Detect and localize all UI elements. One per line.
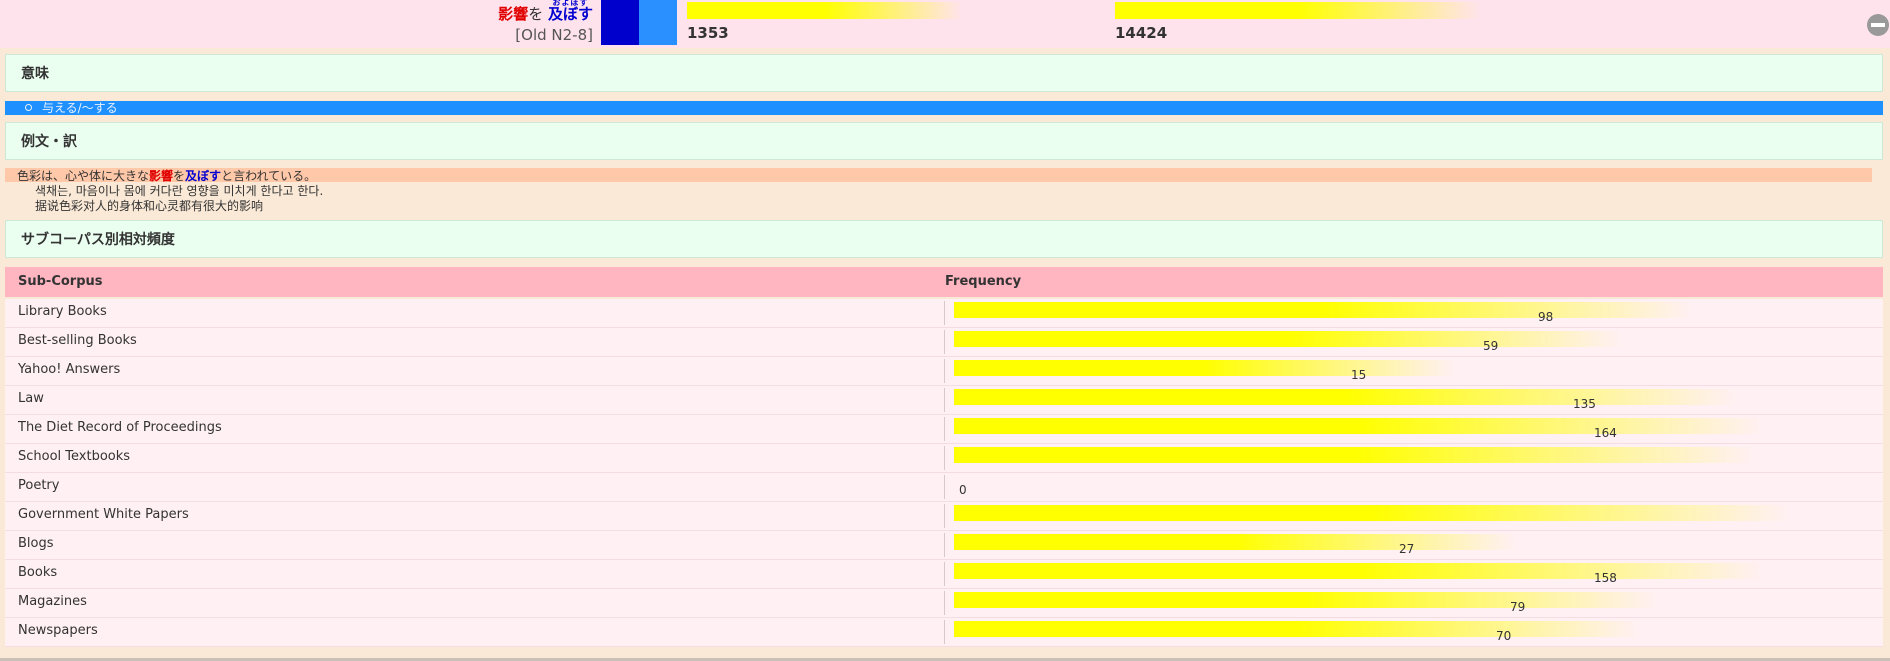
subcorpus-name: Yahoo! Answers xyxy=(18,362,121,377)
subcorpus-name: Blogs xyxy=(18,536,54,551)
column-divider xyxy=(944,301,945,325)
column-divider xyxy=(944,504,945,528)
frequency-stat-2: 14424 xyxy=(1115,24,1168,42)
term-verb-ruby: およぼす xyxy=(552,0,589,7)
frequency-value: 135 xyxy=(1573,397,1596,411)
table-row: Magazines 79 xyxy=(5,589,1883,618)
subcorpus-name: Best-selling Books xyxy=(18,333,137,348)
table-row: Blogs 27 xyxy=(5,531,1883,560)
table-header: Sub-Corpus Frequency xyxy=(5,267,1883,297)
frequency-value: 0 xyxy=(959,483,967,497)
subcorpus-name: Poetry xyxy=(18,478,60,493)
table-row: Best-selling Books 59 xyxy=(5,328,1883,357)
frequency-value: 79 xyxy=(1510,600,1526,614)
subcorpus-name: School Textbooks xyxy=(18,449,131,464)
example-jp-verb: 及ぼす xyxy=(185,169,222,183)
example-jp-post: と言われている。 xyxy=(221,169,317,183)
column-divider xyxy=(944,330,945,354)
frequency-value: 70 xyxy=(1496,629,1512,643)
example-jp-pre: 色彩は、心や体に大きな xyxy=(17,169,150,183)
column-divider xyxy=(944,446,945,470)
table-row: Newspapers 70 xyxy=(5,618,1883,647)
subcorpus-section-header[interactable]: サブコーパス別相対頻度 xyxy=(5,220,1883,258)
subcorpus-name: Government White Papers xyxy=(18,507,189,522)
frequency-value: 27 xyxy=(1399,542,1415,556)
frequency-value: 164 xyxy=(1594,426,1617,440)
table-row: Library Books 98 xyxy=(5,299,1883,328)
table-row: Law 135 xyxy=(5,386,1883,415)
frequency-bar xyxy=(954,418,1764,434)
column-divider xyxy=(944,417,945,441)
table-row: The Diet Record of Proceedings 164 xyxy=(5,415,1883,444)
meaning-text: 与える/〜する xyxy=(42,101,118,115)
level-block-dark xyxy=(601,0,639,45)
table-row: School Textbooks xyxy=(5,444,1883,473)
subcorpus-name: Magazines xyxy=(18,594,87,609)
term-header: 影響を およぼす 及ぼす [Old N2-8] 1353 14424 xyxy=(0,0,1890,48)
column-divider xyxy=(944,591,945,615)
bullet-icon xyxy=(25,104,32,111)
frequency-bar xyxy=(954,447,1755,463)
frequency-bar-1 xyxy=(687,2,962,19)
term-particle: を xyxy=(528,5,544,23)
column-divider xyxy=(944,388,945,412)
column-divider xyxy=(944,562,945,586)
frequency-bar xyxy=(954,505,1790,521)
frequency-bar xyxy=(954,389,1737,405)
subcorpus-frequency-table: Sub-Corpus Frequency Library Books 98 Best… xyxy=(5,267,1883,648)
term-heading: 影響を およぼす 及ぼす [Old N2-8] xyxy=(400,0,593,48)
level-block-light xyxy=(639,0,677,45)
frequency-value: 15 xyxy=(1351,368,1367,382)
frequency-bar xyxy=(954,592,1658,608)
examples-section-header[interactable]: 例文・訳 xyxy=(5,122,1883,160)
frequency-value: 59 xyxy=(1483,339,1499,353)
table-row: Poetry 0 xyxy=(5,473,1883,502)
frequency-value: 158 xyxy=(1594,571,1617,585)
subcorpus-name: Books xyxy=(18,565,58,580)
subcorpus-name: Law xyxy=(18,391,44,406)
table-row: Government White Papers xyxy=(5,502,1883,531)
example-jp-particle: を xyxy=(173,169,186,183)
example-translation-chinese: 据说色彩对人的身体和心灵都有很大的影响 xyxy=(35,199,264,213)
frequency-bar xyxy=(954,621,1640,637)
meaning-section-header[interactable]: 意味 xyxy=(5,54,1883,92)
frequency-bar xyxy=(954,331,1623,347)
table-row: Yahoo! Answers 15 xyxy=(5,357,1883,386)
frequency-bar xyxy=(954,302,1693,318)
jlpt-level: [Old N2-8] xyxy=(515,26,593,44)
column-header-subcorpus: Sub-Corpus xyxy=(18,274,103,289)
subcorpus-name: Library Books xyxy=(18,304,107,319)
minus-circle-icon[interactable] xyxy=(1867,14,1889,36)
frequency-bar xyxy=(954,360,1456,376)
column-divider xyxy=(944,359,945,383)
subcorpus-name: The Diet Record of Proceedings xyxy=(18,420,222,435)
meaning-item: 与える/〜する xyxy=(5,101,1883,115)
example-jp-noun: 影響 xyxy=(149,169,174,183)
frequency-stat-1: 1353 xyxy=(687,24,729,42)
column-divider xyxy=(944,533,945,557)
column-divider xyxy=(944,620,945,644)
table-row: Books 158 xyxy=(5,560,1883,589)
term-noun: 影響 xyxy=(498,5,529,23)
frequency-bar-2 xyxy=(1115,2,1480,19)
frequency-bar xyxy=(954,563,1764,579)
frequency-value: 98 xyxy=(1538,310,1554,324)
term-verb: およぼす 及ぼす xyxy=(548,0,593,23)
subcorpus-name: Newspapers xyxy=(18,623,98,638)
column-divider xyxy=(944,475,945,499)
frequency-bar xyxy=(954,534,1517,550)
column-header-frequency: Frequency xyxy=(945,274,1022,289)
term-expression: 影響を およぼす 及ぼす xyxy=(498,0,593,24)
